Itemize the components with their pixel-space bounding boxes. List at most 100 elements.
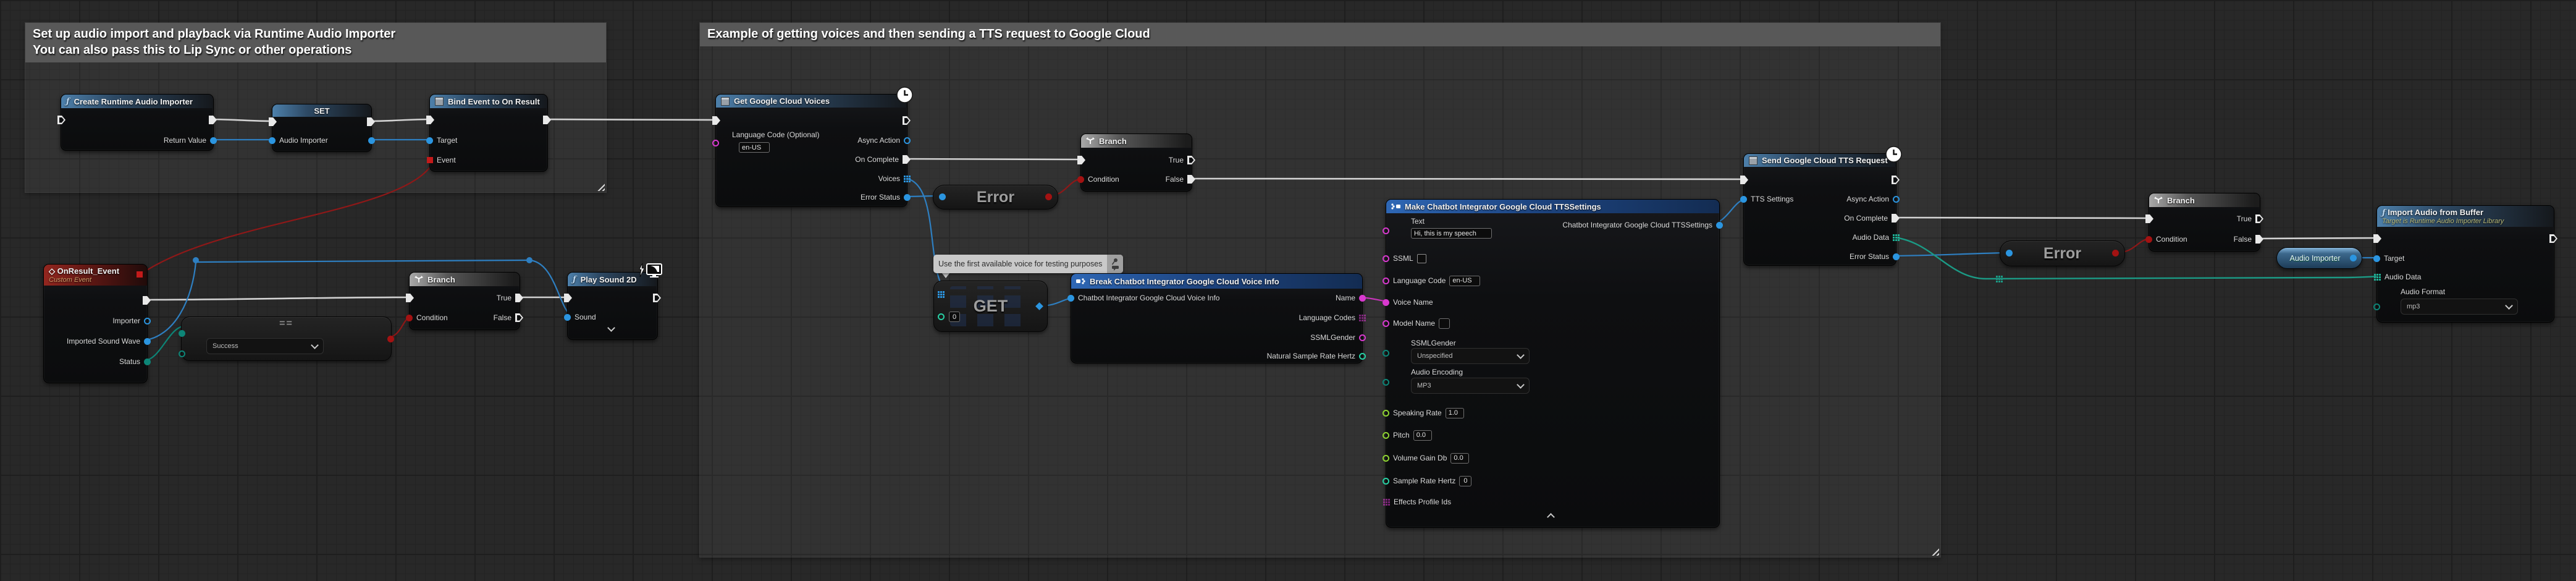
comment-tts-header[interactable]: Example of getting voices and then sendi… [700, 23, 1940, 46]
pitch-pin[interactable] [1383, 432, 1389, 439]
exec-out-pin[interactable] [209, 116, 217, 124]
array-element-out-pin[interactable] [1035, 302, 1043, 310]
node-audio-importer-variable[interactable]: Audio Importer [2276, 247, 2362, 269]
sample-rate-pin[interactable] [1383, 478, 1389, 485]
reroute-node[interactable] [193, 257, 199, 263]
speaking-rate-pin[interactable] [1383, 410, 1389, 417]
exec-out-pin[interactable] [653, 294, 661, 302]
audio-format-pin[interactable] [2373, 303, 2380, 310]
ssml-checkbox[interactable] [1417, 254, 1426, 263]
reroute-array-node[interactable] [1996, 276, 2003, 282]
ssml-gender-pin[interactable] [1383, 350, 1389, 357]
node-make-google-cloud-ttssettings[interactable]: Make Chatbot Integrator Google Cloud TTS… [1386, 199, 1720, 528]
index-input[interactable]: 0 [949, 312, 960, 322]
true-exec-pin[interactable] [1187, 156, 1195, 164]
target-pin[interactable] [2373, 255, 2380, 262]
node-create-runtime-audio-importer[interactable]: ƒ Create Runtime Audio Importer Return V… [61, 94, 214, 151]
language-code-input[interactable]: en-US [739, 142, 770, 153]
exec-in-pin[interactable] [57, 116, 65, 124]
node-break-google-cloud-voice-info[interactable]: Break Chatbot Integrator Google Cloud Vo… [1071, 273, 1363, 363]
false-exec-pin[interactable] [2255, 235, 2263, 244]
exec-out-pin[interactable] [367, 117, 375, 126]
effects-profile-array-pin[interactable] [1383, 499, 1390, 506]
voice-info-input-pin[interactable] [1067, 295, 1074, 302]
on-complete-exec-pin[interactable] [1892, 214, 1900, 223]
node-equal-enum[interactable]: == Success [181, 316, 392, 361]
tts-settings-pin[interactable] [1740, 196, 1747, 203]
node-comment-bubble[interactable]: Use the first available voice for testin… [933, 255, 1123, 273]
error-status-pin[interactable] [904, 194, 911, 201]
text-pin[interactable] [1383, 227, 1389, 234]
node-branch-3[interactable]: Branch True Condition False [2149, 193, 2260, 252]
imported-sound-wave-pin[interactable] [144, 338, 151, 345]
node-error-collapsed-1[interactable]: Error [933, 185, 1058, 210]
exec-in-pin[interactable] [2145, 214, 2153, 223]
variable-output-pin[interactable] [2350, 255, 2357, 261]
comment-resize-handle[interactable] [1930, 546, 1939, 556]
pitch-input[interactable]: 0.0 [1413, 430, 1432, 441]
exec-in-pin[interactable] [712, 116, 720, 125]
exec-in-pin[interactable] [406, 294, 414, 302]
exec-in-pin[interactable] [269, 117, 277, 126]
bubble-pin-button[interactable] [1107, 255, 1123, 273]
node-get-google-cloud-voices[interactable]: Get Google Cloud Voices Language Code (O… [715, 94, 907, 207]
comment-setup-header[interactable]: Set up audio import and playback via Run… [25, 23, 606, 62]
exec-in-pin[interactable] [564, 294, 572, 302]
ssml-gender-dropdown[interactable]: Unspecified [1411, 348, 1530, 364]
equal-result-pin[interactable] [387, 336, 394, 342]
target-pin[interactable] [426, 137, 433, 144]
error-input-pin[interactable] [2006, 250, 2013, 257]
condition-pin[interactable] [1077, 176, 1084, 183]
node-import-audio-from-buffer[interactable]: ƒ Import Audio from Buffer Target is Run… [2376, 205, 2554, 323]
natural-sample-rate-pin[interactable] [1359, 353, 1366, 360]
error-input-pin[interactable] [939, 193, 946, 200]
text-input[interactable]: Hi, this is my speech [1411, 228, 1492, 239]
node-bind-event-to-on-result[interactable]: Bind Event to On Result Target Event [429, 94, 548, 172]
condition-pin[interactable] [2145, 236, 2152, 243]
node-branch-2[interactable]: Branch True Condition False [1080, 134, 1192, 192]
ssml-gender-pin[interactable] [1359, 334, 1366, 341]
language-codes-array-pin[interactable] [1359, 315, 1366, 321]
false-exec-pin[interactable] [1187, 175, 1195, 184]
async-action-pin[interactable] [904, 137, 911, 144]
node-branch-1[interactable]: Branch True Condition False [409, 272, 520, 330]
node-set-audio-importer[interactable]: SET Audio Importer [272, 104, 372, 152]
node-onresult-custom-event[interactable]: ◇ OnResult_Event Custom Event Importer I… [43, 264, 148, 383]
node-array-get[interactable]: 0 GET [933, 281, 1048, 332]
exec-out-pin[interactable] [1892, 176, 1900, 184]
return-value-pin[interactable] [210, 137, 217, 144]
audio-encoding-dropdown[interactable]: MP3 [1411, 378, 1530, 394]
audio-data-array-pin[interactable] [1893, 234, 1900, 241]
ssml-pin[interactable] [1383, 255, 1389, 262]
volume-gain-pin[interactable] [1383, 455, 1389, 462]
model-name-pin[interactable] [1383, 320, 1389, 327]
audio-format-dropdown[interactable]: mp3 [2401, 299, 2518, 315]
true-exec-pin[interactable] [2255, 214, 2263, 223]
name-pin[interactable] [1359, 295, 1366, 302]
enum-value-dropdown[interactable]: Success [206, 338, 324, 354]
true-exec-pin[interactable] [515, 294, 523, 302]
exec-in-pin[interactable] [2373, 234, 2381, 243]
collapse-chevron-icon[interactable] [1547, 513, 1555, 521]
model-name-input[interactable] [1439, 318, 1450, 329]
exec-in-pin[interactable] [426, 116, 434, 124]
array-input-pin[interactable] [938, 291, 945, 298]
audio-encoding-pin[interactable] [1383, 379, 1389, 386]
error-output-pin[interactable] [2112, 250, 2119, 257]
exec-out-pin[interactable] [143, 296, 151, 305]
voices-array-pin[interactable] [904, 176, 911, 182]
comment-resize-handle[interactable] [596, 182, 605, 191]
index-pin[interactable] [938, 313, 945, 320]
on-complete-exec-pin[interactable] [903, 155, 911, 164]
speaking-rate-input[interactable]: 1.0 [1446, 408, 1464, 418]
ttssettings-output-pin[interactable] [1716, 222, 1723, 229]
error-output-pin[interactable] [1045, 193, 1052, 200]
exec-out-pin[interactable] [543, 116, 551, 124]
false-exec-pin[interactable] [515, 313, 523, 322]
event-delegate-pin[interactable] [427, 157, 433, 163]
reroute-node[interactable] [526, 257, 532, 263]
condition-pin[interactable] [406, 315, 413, 321]
exec-in-pin[interactable] [1740, 176, 1748, 184]
language-code-pin[interactable] [712, 140, 719, 146]
volume-gain-input[interactable]: 0.0 [1450, 453, 1469, 464]
